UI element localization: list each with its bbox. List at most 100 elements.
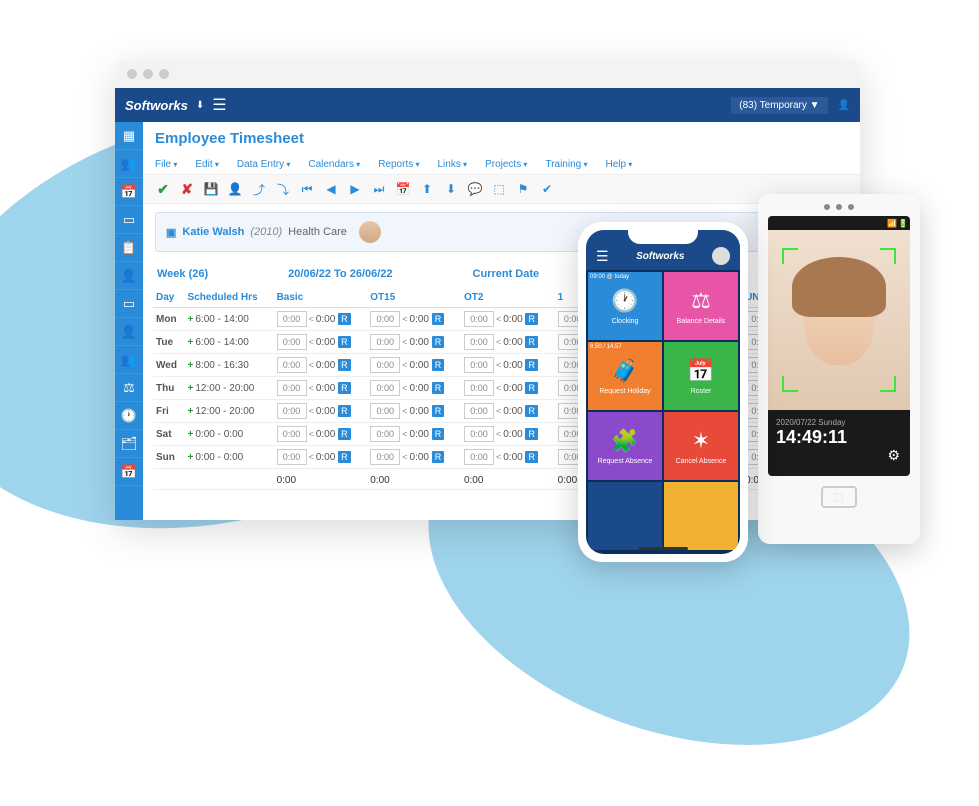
r-badge[interactable]: R	[338, 359, 351, 371]
app-tile[interactable]: 09:00 @ today🕐Clocking	[588, 272, 662, 340]
flag-icon[interactable]: ⚑	[515, 181, 531, 197]
sidebar-item[interactable]: ▭	[115, 290, 143, 318]
sidebar-item[interactable]: 📅	[115, 178, 143, 206]
save-icon[interactable]: ✔	[155, 181, 171, 197]
menu-file[interactable]: File	[155, 159, 177, 170]
sidebar-item[interactable]: 👥	[115, 346, 143, 374]
menu-training[interactable]: Training	[545, 159, 587, 170]
menu-data-entry[interactable]: Data Entry	[237, 159, 291, 170]
r-badge[interactable]: R	[432, 313, 445, 325]
time-input[interactable]	[464, 380, 494, 396]
time-input[interactable]	[370, 426, 400, 442]
time-input[interactable]	[370, 403, 400, 419]
prev-icon[interactable]: ◀	[323, 181, 339, 197]
menu-reports[interactable]: Reports	[378, 159, 419, 170]
first-icon[interactable]: ⏮	[299, 181, 315, 197]
app-tile[interactable]: 8.50 / 14.57🧳Request Holiday	[588, 342, 662, 410]
hamburger-icon[interactable]: ☰	[212, 95, 226, 115]
time-input[interactable]	[370, 311, 400, 327]
menu-links[interactable]: Links	[437, 159, 467, 170]
time-input[interactable]	[370, 334, 400, 350]
r-badge[interactable]: R	[525, 405, 538, 417]
last-icon[interactable]: ⏭	[371, 181, 387, 197]
expand-icon[interactable]: ▣	[166, 226, 176, 239]
time-input[interactable]	[464, 449, 494, 465]
sidebar-item[interactable]: 👥	[115, 150, 143, 178]
sidebar-item[interactable]: ▭	[115, 206, 143, 234]
approve-icon[interactable]: ✔	[539, 181, 555, 197]
context-selector[interactable]: (83) Temporary ▼	[731, 97, 827, 114]
r-badge[interactable]: R	[338, 336, 351, 348]
cancel-icon[interactable]: ✘	[179, 181, 195, 197]
plus-icon[interactable]: +	[188, 360, 194, 371]
gear-icon[interactable]: ⚙	[887, 447, 900, 464]
r-badge[interactable]: R	[338, 451, 351, 463]
r-badge[interactable]: R	[432, 359, 445, 371]
user-icon[interactable]: 👤	[838, 100, 850, 111]
app-tile[interactable]: 📅Roster	[664, 342, 738, 410]
plus-icon[interactable]: +	[188, 383, 194, 394]
sidebar-item[interactable]: 👤	[115, 262, 143, 290]
r-badge[interactable]: R	[338, 428, 351, 440]
time-input[interactable]	[277, 357, 307, 373]
r-badge[interactable]: R	[432, 336, 445, 348]
avatar[interactable]	[712, 247, 730, 265]
save-disk-icon[interactable]: 💾	[203, 181, 219, 197]
app-tile[interactable]	[588, 482, 662, 550]
time-input[interactable]	[464, 311, 494, 327]
app-tile[interactable]	[664, 482, 738, 550]
time-input[interactable]	[370, 357, 400, 373]
time-input[interactable]	[370, 449, 400, 465]
time-input[interactable]	[277, 403, 307, 419]
dropdown-icon[interactable]: ⬇	[196, 100, 204, 111]
plus-icon[interactable]: +	[188, 429, 194, 440]
hamburger-icon[interactable]: ☰	[596, 248, 609, 265]
sidebar-item[interactable]: 📋	[115, 234, 143, 262]
time-input[interactable]	[464, 426, 494, 442]
menu-edit[interactable]: Edit	[195, 159, 218, 170]
r-badge[interactable]: R	[525, 336, 538, 348]
r-badge[interactable]: R	[338, 313, 351, 325]
time-input[interactable]	[464, 334, 494, 350]
r-badge[interactable]: R	[525, 428, 538, 440]
time-input[interactable]	[464, 403, 494, 419]
time-input[interactable]	[277, 334, 307, 350]
tool-icon[interactable]: ⬆	[419, 181, 435, 197]
plus-icon[interactable]: +	[188, 314, 194, 325]
r-badge[interactable]: R	[338, 382, 351, 394]
sidebar-item[interactable]: 📅	[115, 458, 143, 486]
r-badge[interactable]: R	[525, 313, 538, 325]
time-input[interactable]	[464, 357, 494, 373]
current-date-link[interactable]: Current Date	[473, 268, 540, 280]
r-badge[interactable]: R	[525, 451, 538, 463]
calendar-icon[interactable]: 📅	[395, 181, 411, 197]
time-input[interactable]	[277, 380, 307, 396]
time-input[interactable]	[370, 380, 400, 396]
tool-icon[interactable]: ⤵	[275, 181, 291, 197]
menu-calendars[interactable]: Calendars	[308, 159, 360, 170]
app-tile[interactable]: ⚖Balance Details	[664, 272, 738, 340]
select-icon[interactable]: ⬚	[491, 181, 507, 197]
plus-icon[interactable]: +	[188, 452, 194, 463]
r-badge[interactable]: R	[432, 428, 445, 440]
sidebar-item[interactable]: 🗂	[115, 430, 143, 458]
person-icon[interactable]: 👤	[227, 181, 243, 197]
r-badge[interactable]: R	[525, 382, 538, 394]
r-badge[interactable]: R	[432, 405, 445, 417]
r-badge[interactable]: R	[432, 451, 445, 463]
employee-name[interactable]: Katie Walsh	[182, 226, 244, 238]
app-tile[interactable]: ✶Cancel Absence	[664, 412, 738, 480]
tool-icon[interactable]: ⤴	[251, 181, 267, 197]
app-tile[interactable]: 🧩Request Absence	[588, 412, 662, 480]
sidebar-item[interactable]: ⚖	[115, 374, 143, 402]
r-badge[interactable]: R	[432, 382, 445, 394]
r-badge[interactable]: R	[338, 405, 351, 417]
r-badge[interactable]: R	[525, 359, 538, 371]
time-input[interactable]	[277, 311, 307, 327]
menu-projects[interactable]: Projects	[485, 159, 527, 170]
time-input[interactable]	[277, 426, 307, 442]
plus-icon[interactable]: +	[188, 406, 194, 417]
comment-icon[interactable]: 💬	[467, 181, 483, 197]
sidebar-item[interactable]: 🕐	[115, 402, 143, 430]
sidebar-item[interactable]: 👤	[115, 318, 143, 346]
